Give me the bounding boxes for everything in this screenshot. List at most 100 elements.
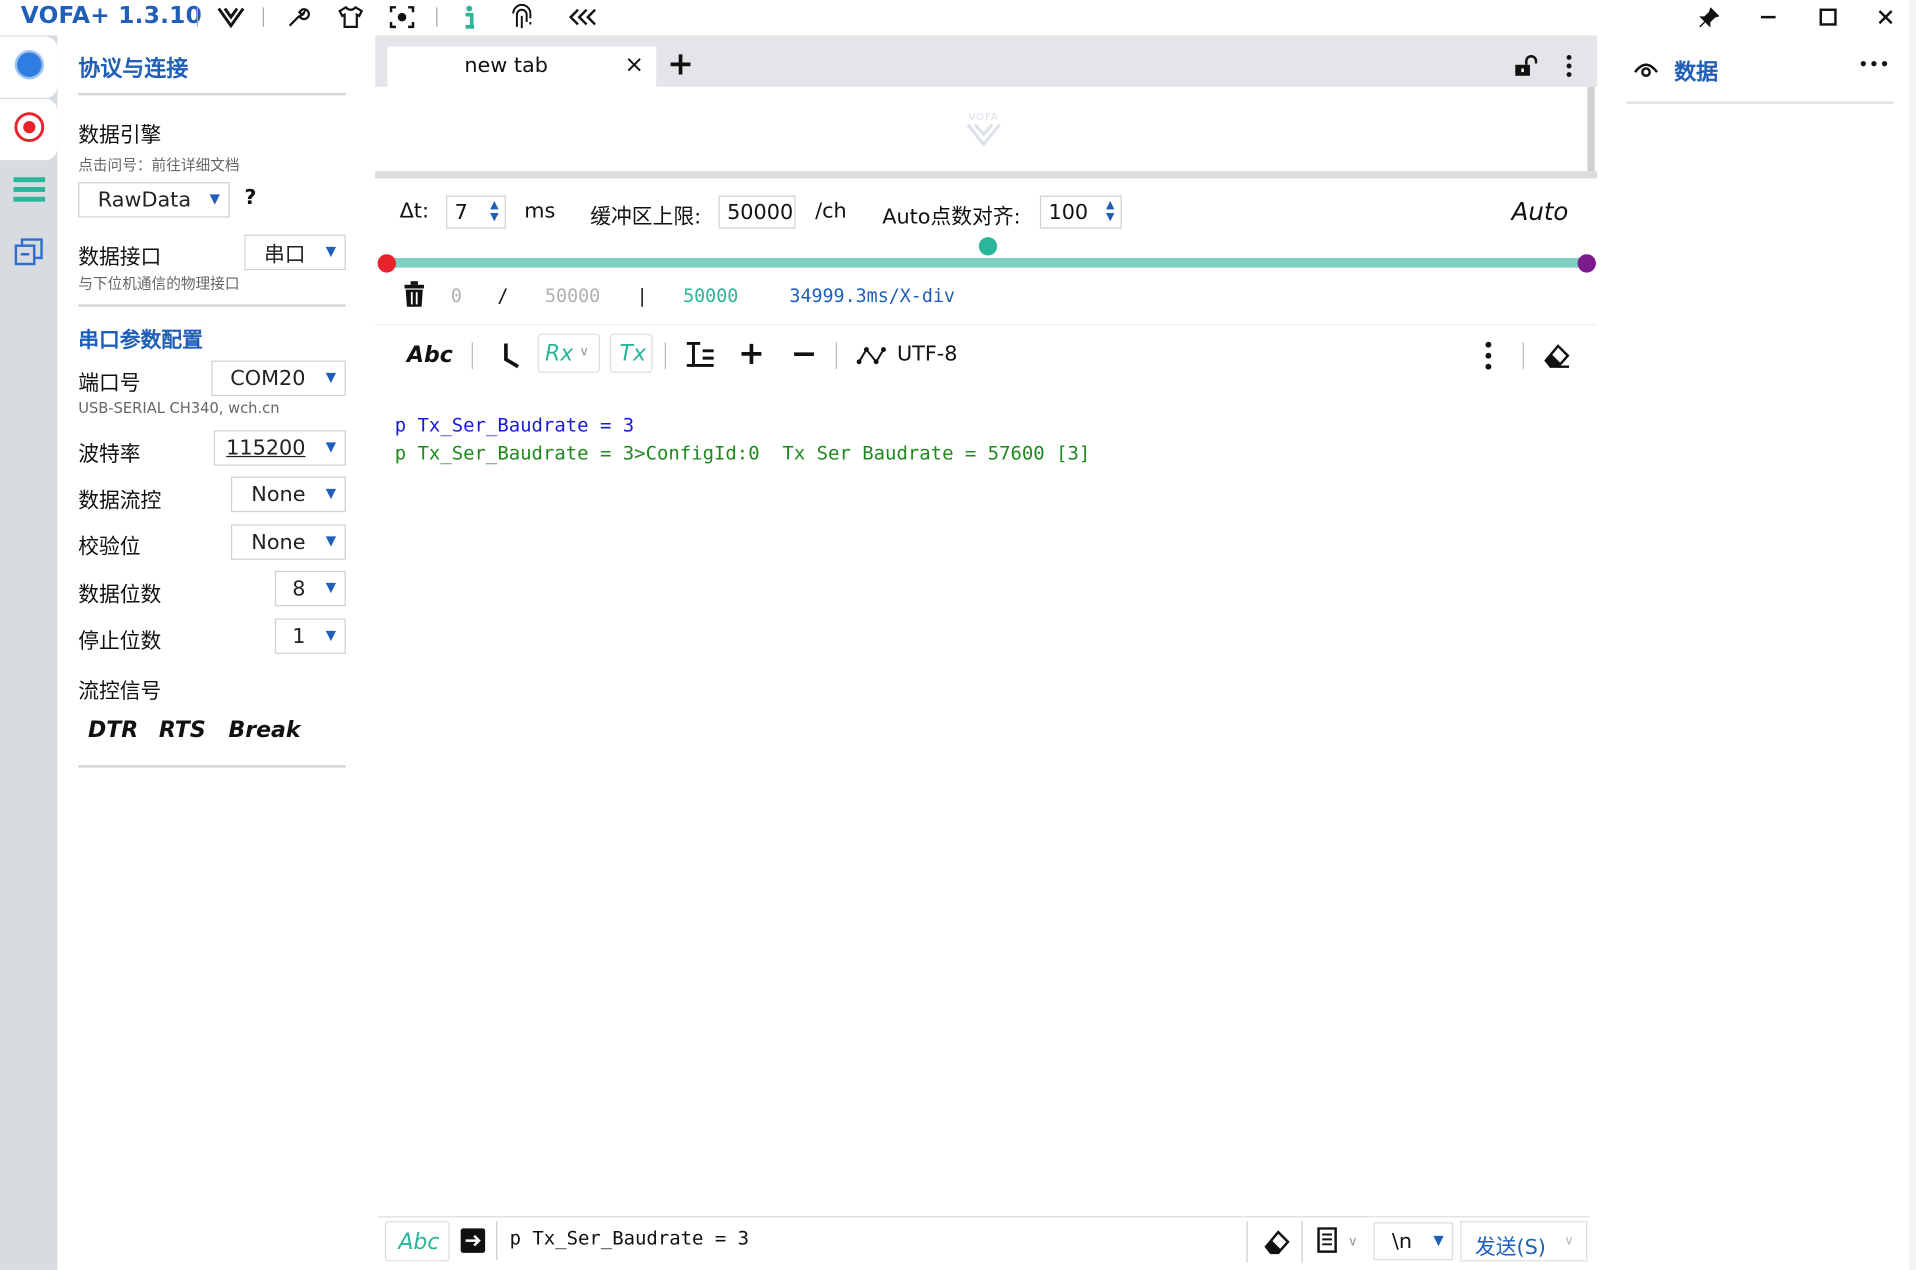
windows-icon (13, 235, 45, 272)
send-abc-label: Abc (398, 1229, 440, 1256)
close-icon[interactable] (1871, 2, 1900, 31)
stopbits-select[interactable]: 1 ▼ (274, 618, 346, 654)
activity-connection[interactable] (0, 36, 58, 98)
tx-toggle[interactable]: Tx (609, 333, 653, 373)
databits-label: 数据位数 (78, 583, 162, 608)
dropdown-arrow-icon: ▼ (325, 627, 337, 643)
receive-log[interactable]: p Tx_Ser_Baudrate = 3 p Tx_Ser_Baudrate =… (395, 412, 1091, 468)
text-format-icon[interactable] (686, 341, 715, 373)
tab-close-icon[interactable]: × (624, 51, 643, 78)
interface-select[interactable]: 串口 ▼ (244, 234, 346, 271)
dt-spinner[interactable]: 7 ▲ ▼ (446, 195, 506, 229)
maximize-icon[interactable] (1813, 2, 1842, 31)
help-button[interactable]: ? (244, 186, 256, 210)
add-tab-button[interactable]: + (667, 46, 694, 83)
dropdown-arrow-icon: ▼ (325, 438, 337, 455)
slider-start-handle[interactable] (377, 254, 396, 273)
panel-more-icon[interactable]: ••• (1859, 56, 1891, 73)
signals-label: 流控信号 (78, 679, 162, 705)
send-file-icon[interactable] (459, 1227, 486, 1259)
engine-label: 数据引擎 (78, 123, 162, 148)
slider-track (386, 257, 1588, 268)
data-panel (1600, 35, 1916, 1270)
range-slider[interactable] (377, 237, 1596, 282)
eye-icon[interactable] (1633, 57, 1660, 84)
tab-new[interactable]: new tab × (387, 46, 657, 87)
flow-select[interactable]: None ▼ (230, 476, 346, 513)
dropdown-arrow-icon: ▼ (209, 190, 220, 207)
line-ending-select[interactable]: \n ▼ (1373, 1222, 1453, 1261)
line-ending-value: \n (1391, 1229, 1413, 1255)
info-icon[interactable] (455, 2, 484, 31)
trash-icon[interactable] (402, 281, 426, 313)
stats-slash: / (497, 284, 509, 307)
zoom-in-icon[interactable]: + (738, 339, 765, 371)
dropdown-arrow-icon: ▼ (325, 243, 337, 260)
flow-value: None (251, 482, 306, 507)
engine-hint[interactable]: 点击问号：前往详细文档 (78, 154, 239, 175)
interface-value: 串口 (263, 243, 306, 268)
eraser-icon[interactable] (1542, 341, 1571, 375)
encoding-icon[interactable] (856, 345, 886, 372)
engine-select[interactable]: RawData ▼ (78, 182, 230, 218)
databits-value: 8 (292, 576, 306, 601)
more-options-icon[interactable] (1479, 341, 1499, 375)
send-abc-toggle[interactable]: Abc (384, 1221, 450, 1262)
collapse-icon[interactable] (568, 2, 597, 31)
auto-button[interactable]: Auto (1512, 197, 1569, 226)
rts-toggle[interactable]: RTS (159, 717, 206, 743)
encoding-label[interactable]: UTF-8 (897, 342, 958, 366)
history-icon[interactable] (1315, 1227, 1339, 1259)
lock-icon[interactable] (1513, 54, 1538, 83)
parity-value: None (251, 529, 306, 555)
capture-icon[interactable] (387, 2, 416, 31)
log-line: p Tx_Ser_Baudrate = 3>ConfigId:0 Tx Ser … (394, 442, 1091, 465)
fingerprint-icon[interactable] (507, 2, 536, 31)
slider-end-handle[interactable] (1577, 254, 1596, 273)
preview-scrollbar[interactable] (1587, 86, 1595, 172)
baud-label: 波特率 (78, 442, 141, 467)
minimize-icon[interactable] (1754, 2, 1783, 31)
stopbits-label: 停止位数 (78, 629, 162, 654)
wrench-icon[interactable] (284, 2, 313, 31)
baud-value: 115200 (226, 435, 306, 461)
port-select[interactable]: COM20 ▼ (211, 360, 346, 397)
flow-label: 数据流控 (78, 488, 162, 514)
vofa-logo-icon[interactable] (216, 2, 245, 31)
total-count: 50000 (545, 284, 601, 307)
tab-menu-icon[interactable] (1559, 54, 1579, 83)
rx-label: Rx (545, 341, 574, 367)
abc-toggle[interactable]: Abc (407, 342, 453, 368)
spinner-arrows-icon[interactable]: ▲ ▼ (490, 199, 498, 223)
waveform-preview[interactable]: VOFA (375, 86, 1598, 179)
menu-list-icon (12, 175, 45, 209)
baud-select[interactable]: 115200 ▼ (213, 430, 346, 466)
activity-record[interactable] (0, 99, 58, 161)
chevron-down-icon[interactable]: ∨ (1348, 1233, 1358, 1249)
panel-title: 协议与连接 (78, 56, 189, 82)
connection-icon (13, 49, 45, 86)
databits-select[interactable]: 8 ▼ (274, 570, 346, 607)
zoom-out-icon[interactable]: − (791, 339, 818, 371)
activity-data[interactable] (0, 161, 57, 222)
break-toggle[interactable]: Break (229, 717, 301, 743)
cursor-icon[interactable] (499, 342, 521, 374)
send-button[interactable]: 发送(S) ∨ (1460, 1221, 1588, 1262)
tab-label: new tab (464, 53, 548, 79)
rx-toggle[interactable]: Rx ∨ (537, 333, 601, 373)
parity-select[interactable]: None ▼ (230, 524, 346, 560)
app-title: VOFA+ 1.3.10 (20, 2, 202, 30)
pin-icon[interactable] (1695, 2, 1724, 31)
buffer-input[interactable]: 50000 (718, 195, 796, 229)
record-icon (12, 110, 46, 149)
buffer-unit: /ch (815, 199, 847, 224)
slider-mid-handle[interactable] (978, 237, 997, 256)
dtr-toggle[interactable]: DTR (88, 717, 138, 743)
log-line: p Tx_Ser_Baudrate = 3 (394, 414, 635, 437)
send-input[interactable]: p Tx_Ser_Baudrate = 3 (510, 1227, 749, 1249)
clear-send-icon[interactable] (1262, 1227, 1291, 1261)
align-spinner[interactable]: 100 ▲ ▼ (1039, 195, 1122, 229)
shirt-icon[interactable] (336, 2, 365, 31)
spinner-arrows-icon[interactable]: ▲ ▼ (1106, 199, 1114, 223)
activity-windows[interactable] (0, 222, 57, 283)
